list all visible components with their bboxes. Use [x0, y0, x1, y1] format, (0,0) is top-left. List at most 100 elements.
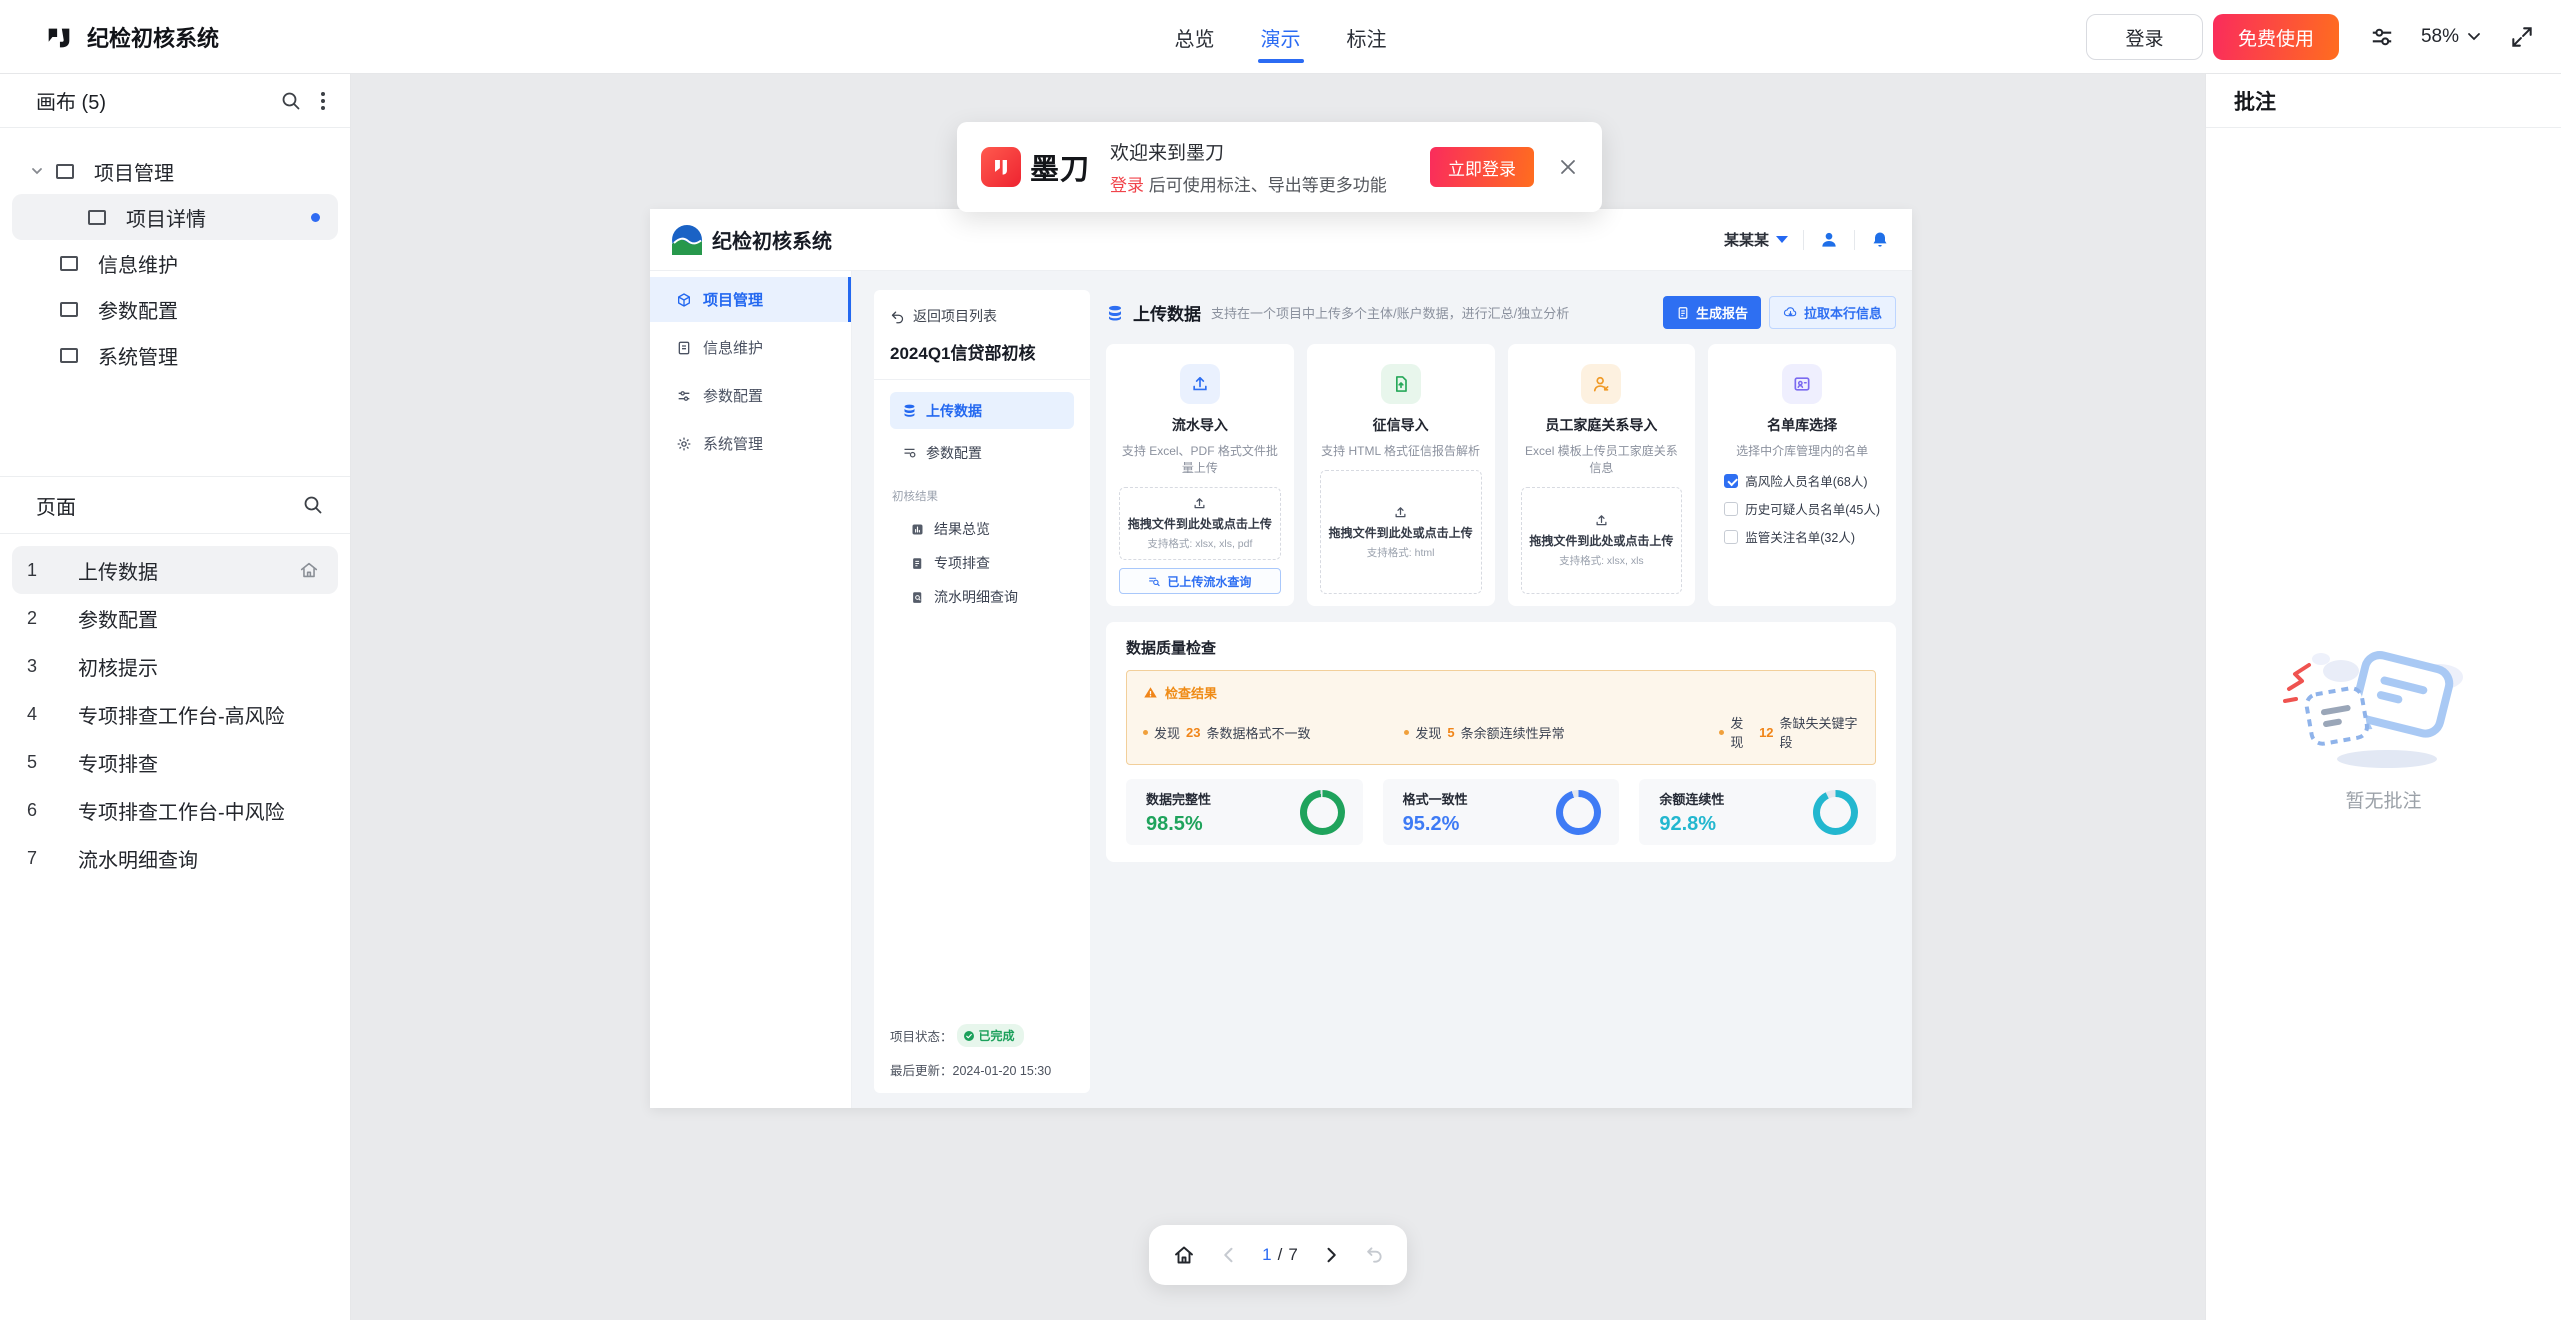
bullet-dot	[1719, 730, 1724, 735]
tree-item-parameter-config[interactable]: 参数配置	[12, 286, 338, 332]
project-menu-flow-detail-query[interactable]: 流水明细查询	[890, 580, 1074, 614]
tab-present[interactable]: 演示	[1261, 0, 1301, 74]
finding-count: 5	[1447, 725, 1454, 740]
page-row-review-hint[interactable]: 3 初核提示	[12, 642, 338, 690]
login-button[interactable]: 登录	[2086, 14, 2203, 60]
card-family-relation-import: 员工家庭关系导入 Excel 模板上传员工家庭关系信息 拖拽文件到此处或点击上传…	[1508, 344, 1696, 606]
fetch-bank-info-button[interactable]: 拉取本行信息	[1769, 296, 1896, 329]
project-menu-upload-data[interactable]: 上传数据	[890, 392, 1074, 429]
page-number: 5	[12, 752, 52, 773]
banner-login-now-button[interactable]: 立即登录	[1430, 147, 1534, 187]
frame-icon	[60, 256, 78, 271]
back-to-project-list[interactable]: 返回项目列表	[890, 306, 1074, 326]
page-row-flow-detail[interactable]: 7 流水明细查询	[12, 834, 338, 882]
proto-user-name: 某某某	[1724, 229, 1769, 250]
prev-page-icon[interactable]	[1219, 1245, 1239, 1265]
settings-tune-icon[interactable]	[2369, 24, 2395, 50]
divider	[874, 379, 1090, 380]
database-icon	[1106, 304, 1124, 322]
project-status-label: 项目状态：	[890, 1026, 953, 1045]
page-number: 3	[12, 656, 52, 677]
pages-panel-header: 页面	[0, 476, 350, 534]
frame-icon	[56, 164, 74, 179]
checkbox[interactable]	[1724, 474, 1738, 488]
page-row-workbench-mid-risk[interactable]: 6 专项排查工作台-中风险	[12, 786, 338, 834]
tab-overview[interactable]: 总览	[1175, 0, 1215, 74]
credit-import-dropzone[interactable]: 拖拽文件到此处或点击上传 支持格式: html	[1320, 470, 1482, 594]
option-high-risk-list[interactable]: 高风险人员名单(68人)	[1724, 471, 1880, 490]
project-title: 2024Q1信贷部初核	[890, 339, 1074, 364]
presentation-canvas[interactable]: 墨刀 欢迎来到墨刀 登录 后可使用标注、导出等更多功能 立即登录 纪检初核系统	[351, 74, 2205, 1320]
project-status-row: 项目状态： 已完成	[890, 1024, 1074, 1047]
dropzone-text: 拖拽文件到此处或点击上传	[1327, 524, 1475, 541]
page-row-upload-data[interactable]: 1 上传数据	[12, 546, 338, 594]
uploaded-flow-query-label: 已上传流水查询	[1167, 573, 1251, 590]
finding-item: 发现 5 条余额连续性异常	[1404, 713, 1719, 751]
checkbox[interactable]	[1724, 530, 1738, 544]
upload-desc: 支持在一个项目中上传多个主体/账户数据，进行汇总/独立分析	[1211, 303, 1569, 322]
free-use-button[interactable]: 免费使用	[2213, 14, 2339, 60]
chevron-down-icon[interactable]	[30, 164, 44, 178]
card-desc: 支持 HTML 格式征信报告解析	[1320, 442, 1482, 459]
fullscreen-icon[interactable]	[2509, 24, 2535, 50]
proto-nav-system-management[interactable]: 系统管理	[650, 421, 851, 466]
close-icon[interactable]	[1558, 157, 1578, 177]
card-credit-import: 征信导入 支持 HTML 格式征信报告解析 拖拽文件到此处或点击上传 支持格式:…	[1307, 344, 1495, 606]
return-arrow-icon	[890, 309, 905, 324]
tree-item-system-management[interactable]: 系统管理	[12, 332, 338, 378]
topbar-actions: 登录 免费使用 58%	[2086, 0, 2535, 74]
card-desc: 支持 Excel、PDF 格式文件批量上传	[1119, 442, 1281, 476]
quality-title: 数据质量检查	[1126, 637, 1876, 658]
search-icon[interactable]	[280, 90, 302, 112]
option-label: 监管关注名单(32人)	[1745, 527, 1855, 546]
quality-metrics: 数据完整性 98.5% 格式一致性 95.2%	[1126, 779, 1876, 845]
option-history-suspect-list[interactable]: 历史可疑人员名单(45人)	[1724, 499, 1880, 518]
pages-panel-title: 页面	[36, 491, 76, 520]
tree-item-project-detail[interactable]: 项目详情	[12, 194, 338, 240]
proto-nav-project-management[interactable]: 项目管理	[650, 277, 851, 322]
home-icon[interactable]	[1172, 1243, 1196, 1267]
upload-tile-icon	[1180, 364, 1220, 404]
checkbox[interactable]	[1724, 502, 1738, 516]
next-page-icon[interactable]	[1321, 1245, 1341, 1265]
page-row-workbench-high-risk[interactable]: 4 专项排查工作台-高风险	[12, 690, 338, 738]
page-row-special-check[interactable]: 5 专项排查	[12, 738, 338, 786]
page-number: 2	[12, 608, 52, 629]
tab-annotate[interactable]: 标注	[1347, 0, 1387, 74]
tree-item-info-maintenance[interactable]: 信息维护	[12, 240, 338, 286]
proto-nav-info-maintenance[interactable]: 信息维护	[650, 325, 851, 370]
document-list-icon	[910, 556, 925, 571]
bell-icon[interactable]	[1870, 230, 1890, 250]
presentation-pager: 1 / 7	[1149, 1225, 1407, 1285]
proto-nav-parameter-config[interactable]: 参数配置	[650, 373, 851, 418]
upload-icon	[1393, 505, 1408, 520]
metric-value: 92.8%	[1659, 813, 1724, 836]
option-regulator-watch-list[interactable]: 监管关注名单(32人)	[1724, 527, 1880, 546]
family-import-dropzone[interactable]: 拖拽文件到此处或点击上传 支持格式: xlsx, xls	[1521, 487, 1683, 594]
option-label: 历史可疑人员名单(45人)	[1745, 499, 1880, 518]
uploaded-flow-query-button[interactable]: 已上传流水查询	[1119, 568, 1281, 594]
tree-item-project-management[interactable]: 项目管理	[12, 148, 338, 194]
proto-user-menu[interactable]: 某某某	[1724, 229, 1788, 250]
project-menu-special-check[interactable]: 专项排查	[890, 546, 1074, 580]
quality-alert-title: 检查结果	[1165, 683, 1217, 702]
banner-login-link[interactable]: 登录	[1110, 176, 1144, 195]
chart-icon	[910, 522, 925, 537]
zoom-control[interactable]: 58%	[2421, 26, 2481, 48]
project-menu-result-overview[interactable]: 结果总览	[890, 512, 1074, 546]
card-title: 流水导入	[1119, 415, 1281, 435]
restart-icon[interactable]	[1364, 1245, 1384, 1265]
proto-nav-label: 信息维护	[703, 337, 763, 358]
flow-import-dropzone[interactable]: 拖拽文件到此处或点击上传 支持格式: xlsx, xls, pdf	[1119, 487, 1281, 560]
page-row-parameter-config[interactable]: 2 参数配置	[12, 594, 338, 642]
user-icon[interactable]	[1819, 230, 1839, 250]
kebab-menu-icon[interactable]	[320, 90, 326, 112]
upload-header: 上传数据 支持在一个项目中上传多个主体/账户数据，进行汇总/独立分析 生成报告	[1106, 296, 1896, 329]
search-icon[interactable]	[302, 494, 324, 516]
product-title: 纪检初核系统	[87, 21, 219, 53]
generate-report-button[interactable]: 生成报告	[1663, 296, 1761, 329]
project-menu-parameter-config[interactable]: 参数配置	[890, 434, 1074, 471]
document-upload-icon	[1391, 374, 1411, 394]
page-list: 1 上传数据 2 参数配置 3 初核提示 4 专项排查工作台-高风险 5 专项排…	[0, 534, 350, 894]
dropzone-formats: 支持格式: html	[1327, 545, 1475, 560]
